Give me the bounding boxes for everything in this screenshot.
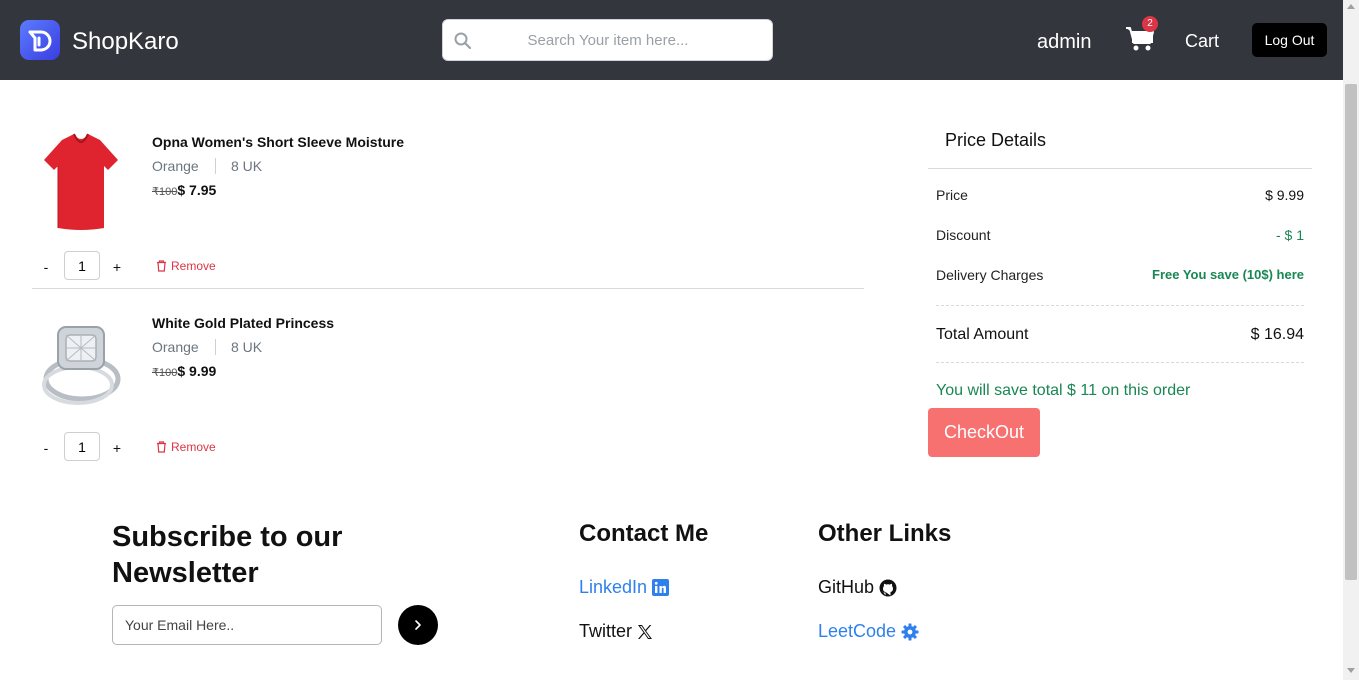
github-icon: [879, 579, 897, 596]
divider: [928, 168, 1312, 169]
product-name[interactable]: White Gold Plated Princess: [152, 315, 334, 331]
quantity-input[interactable]: [64, 251, 100, 280]
email-field[interactable]: [112, 605, 382, 645]
remove-button[interactable]: Remove: [156, 259, 216, 273]
decrease-quantity-button[interactable]: -: [38, 439, 54, 457]
search-box[interactable]: [442, 19, 773, 61]
remove-label: Remove: [171, 259, 216, 273]
product-price: ₹100$ 9.99: [152, 363, 216, 379]
product-color: Orange: [152, 158, 216, 174]
tshirt-image[interactable]: [38, 126, 124, 236]
github-label: GitHub: [818, 577, 875, 597]
chevron-right-icon: [415, 620, 421, 630]
decrease-quantity-button[interactable]: -: [38, 258, 54, 276]
linkedin-link[interactable]: LinkedIn: [579, 577, 670, 598]
cart-item: White Gold Plated Princess Orange 8 UK ₹…: [32, 289, 864, 470]
brand-name[interactable]: ShopKaro: [72, 28, 179, 56]
cart-count-badge: 2: [1142, 16, 1158, 32]
navbar: ShopKaro admin 2 Cart Log Out: [0, 0, 1343, 80]
old-price: ₹100: [152, 186, 178, 198]
trash-icon: [157, 260, 166, 272]
discount-label: Discount: [936, 227, 991, 243]
product-color: Orange: [152, 339, 216, 355]
linkedin-icon: [652, 579, 670, 596]
newsletter-submit-button[interactable]: [398, 605, 438, 645]
nav-cart-link[interactable]: Cart: [1185, 31, 1219, 51]
twitter-label: Twitter: [579, 621, 633, 641]
divider: [936, 362, 1304, 363]
checkout-button[interactable]: CheckOut: [928, 408, 1040, 457]
discount-value: - $ 1: [1275, 227, 1304, 243]
newsletter-title: Subscribe to our Newsletter: [112, 521, 343, 589]
user-name[interactable]: admin: [1037, 31, 1091, 53]
scroll-up-arrow[interactable]: [1347, 4, 1355, 9]
gear-icon: [901, 623, 919, 640]
quantity-input[interactable]: [64, 432, 100, 461]
scroll-thumb[interactable]: [1345, 84, 1357, 580]
cart-item: Opna Women's Short Sleeve Moisture Orang…: [32, 108, 864, 289]
scroll-down-arrow[interactable]: [1347, 668, 1355, 673]
remove-label: Remove: [171, 440, 216, 454]
ring-image[interactable]: [38, 307, 124, 417]
trash-icon: [157, 441, 166, 453]
total-amount-label: Total Amount: [936, 326, 1029, 343]
product-name[interactable]: Opna Women's Short Sleeve Moisture: [152, 134, 404, 150]
product-price: ₹100$ 7.95: [152, 182, 216, 198]
remove-button[interactable]: Remove: [156, 440, 216, 454]
search-icon: [454, 32, 472, 55]
product-size: 8 UK: [231, 158, 263, 174]
leetcode-link[interactable]: LeetCode: [818, 621, 919, 642]
price-label: Price: [936, 187, 968, 203]
scrollbar[interactable]: [1343, 0, 1359, 680]
current-price: $ 9.99: [177, 363, 217, 379]
linkedin-label: LinkedIn: [579, 577, 648, 597]
logo-icon[interactable]: [20, 20, 60, 60]
leetcode-label: LeetCode: [818, 621, 897, 641]
delivery-label: Delivery Charges: [936, 267, 1044, 283]
increase-quantity-button[interactable]: +: [109, 258, 125, 276]
logout-button[interactable]: Log Out: [1252, 23, 1327, 57]
divider: [936, 305, 1304, 306]
increase-quantity-button[interactable]: +: [109, 439, 125, 457]
price-value: $ 9.99: [1265, 187, 1304, 203]
savings-message: You will save total $ 11 on this order: [936, 382, 1191, 399]
total-amount-value: $ 16.94: [1250, 326, 1304, 343]
old-price: ₹100: [152, 367, 178, 379]
delivery-value: Free You save (10$) here: [1152, 267, 1304, 282]
price-details-title: Price Details: [945, 130, 1047, 150]
github-link[interactable]: GitHub: [818, 577, 897, 598]
product-size: 8 UK: [231, 339, 263, 355]
current-price: $ 7.95: [177, 182, 217, 198]
twitter-link[interactable]: Twitter: [579, 621, 653, 642]
search-input[interactable]: [483, 20, 733, 60]
contact-title: Contact Me: [579, 520, 709, 547]
other-links-title: Other Links: [818, 520, 952, 547]
x-icon: [638, 624, 653, 639]
